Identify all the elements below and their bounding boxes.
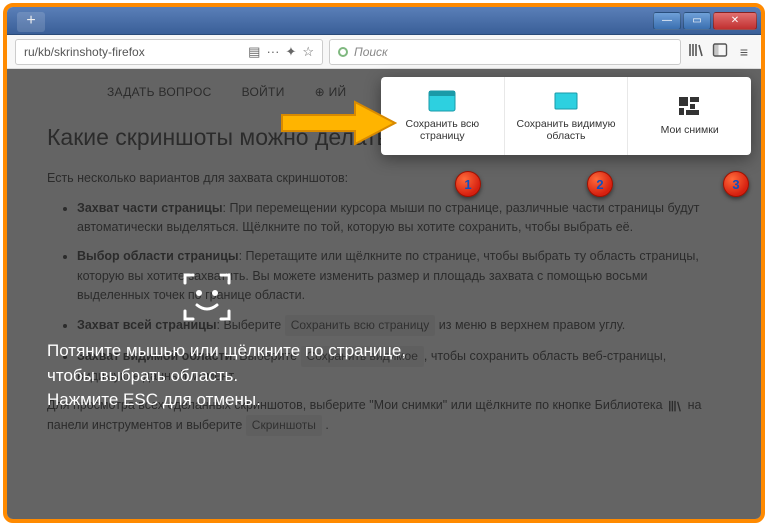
reader-icon[interactable]: ▤ — [248, 44, 260, 60]
save-full-page-button[interactable]: Сохранить всю страницу — [381, 77, 505, 155]
search-lens-icon — [338, 47, 348, 57]
annotation-arrow-icon — [277, 97, 397, 149]
bookmark-star-icon[interactable]: ☆ — [302, 44, 314, 60]
sidebar-icon[interactable] — [711, 42, 729, 61]
search-input[interactable]: Поиск — [329, 39, 681, 65]
page-actions-icon[interactable]: ··· — [266, 44, 279, 59]
overlay-instructions: Потяните мышью или щёлкните по странице,… — [47, 339, 407, 413]
full-page-icon — [428, 90, 456, 112]
annotation-badge-2: 2 — [587, 171, 613, 197]
maximize-button[interactable]: ▭ — [683, 12, 711, 30]
nav-ask-link[interactable]: ЗАДАТЬ ВОПРОС — [107, 83, 212, 102]
my-shots-button[interactable]: Мои снимки — [628, 77, 751, 155]
close-button[interactable]: ✕ — [713, 12, 757, 30]
url-toolbar: ru/kb/skrinshoty-firefox ▤ ··· ✦ ☆ Поиск… — [7, 35, 761, 69]
list-item: Выбор области страницы: Перетащите или щ… — [77, 247, 721, 305]
window-titlebar: + — ▭ ✕ — [7, 7, 761, 35]
library-icon[interactable] — [687, 42, 705, 61]
url-text: ru/kb/skrinshoty-firefox — [24, 45, 242, 59]
pocket-icon[interactable]: ✦ — [285, 44, 296, 60]
screenshot-popover: Сохранить всю страницу Сохранить видимую… — [381, 77, 751, 155]
annotation-badge-3: 3 — [723, 171, 749, 197]
annotation-badge-1: 1 — [455, 171, 481, 197]
url-input[interactable]: ru/kb/skrinshoty-firefox ▤ ··· ✦ ☆ — [15, 39, 323, 65]
visible-area-icon — [552, 90, 580, 112]
selection-face-icon — [177, 267, 237, 327]
minimize-button[interactable]: — — [653, 12, 681, 30]
list-item: Захват всей страницы: Выберите Сохранить… — [77, 315, 721, 336]
save-visible-button[interactable]: Сохранить видимую область — [505, 77, 629, 155]
menu-icon[interactable]: ≡ — [735, 44, 753, 60]
intro-text: Есть несколько вариантов для захвата скр… — [47, 169, 721, 188]
search-placeholder: Поиск — [354, 45, 388, 59]
list-item: Захват части страницы: При перемещении к… — [77, 199, 721, 238]
library-inline-icon — [668, 400, 682, 412]
my-shots-icon — [676, 96, 704, 118]
new-tab-button[interactable]: + — [17, 12, 45, 32]
